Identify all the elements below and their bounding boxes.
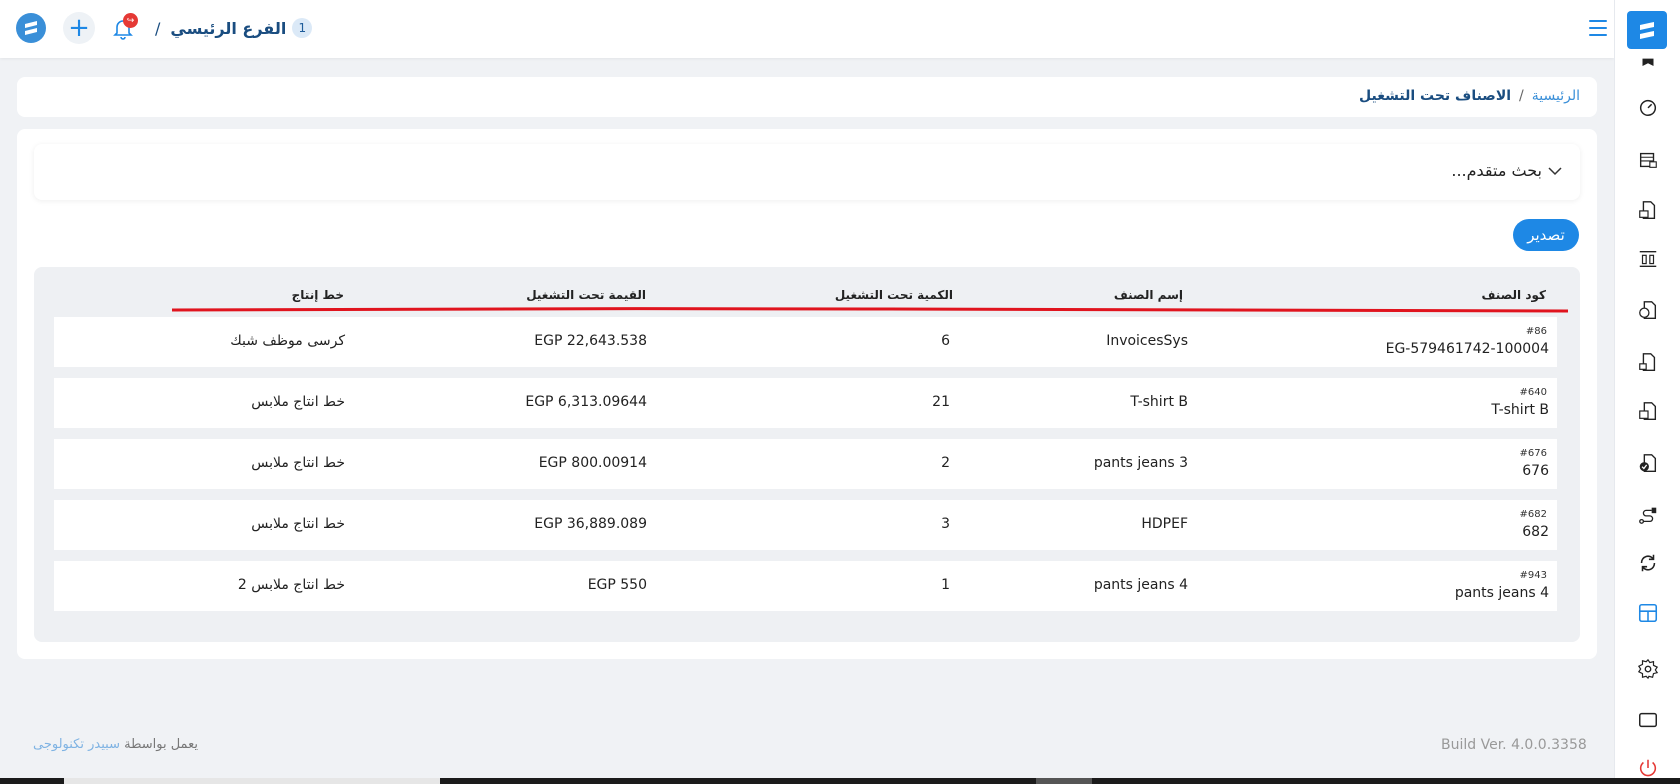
- item-qty: 21: [932, 394, 950, 410]
- sidebar-logo-icon[interactable]: [1627, 11, 1667, 49]
- columns-icon[interactable]: [1636, 247, 1660, 271]
- warehouse-icon[interactable]: [1636, 148, 1660, 172]
- item-production-line: خط انتاج ملابس: [251, 455, 345, 471]
- chevron-down-icon: [1548, 161, 1562, 180]
- item-name: HDPEF: [1141, 516, 1188, 532]
- app-logo-icon[interactable]: [16, 13, 46, 43]
- table-row[interactable]: #676 676 pants jeans 3 2 EGP 800.00914 خط انت…: [54, 439, 1557, 489]
- window-icon[interactable]: [1636, 708, 1660, 732]
- document-box-icon[interactable]: [1636, 399, 1660, 423]
- notification-badge: ↪: [123, 13, 138, 28]
- document-check-icon[interactable]: [1636, 451, 1660, 475]
- right-sidebar: [1614, 0, 1680, 778]
- main-card: بحث متقدم... تصدير كود الصنف إسم الصنف ا…: [17, 129, 1597, 659]
- table-row[interactable]: #943 pants jeans 4 pants jeans 4 1 EGP 550 خط…: [54, 561, 1557, 611]
- power-icon[interactable]: [1636, 756, 1660, 780]
- invoice-icon[interactable]: [1636, 198, 1660, 222]
- column-header-code[interactable]: كود الصنف: [1482, 288, 1546, 302]
- item-name: InvoicesSys: [1106, 333, 1188, 349]
- item-code: 682: [1522, 524, 1549, 540]
- advanced-search-label: بحث متقدم...: [1451, 161, 1542, 180]
- build-version: Build Ver. 4.0.0.3358: [1441, 737, 1587, 753]
- powered-by-label: يعمل بواسطة: [124, 737, 198, 752]
- column-header-name[interactable]: إسم الصنف: [1114, 288, 1183, 302]
- branch-number: 1: [292, 18, 313, 38]
- item-code: pants jeans 4: [1454, 585, 1549, 601]
- item-number: #676: [1519, 448, 1547, 459]
- item-number: #682: [1519, 509, 1547, 520]
- item-code: 676: [1522, 463, 1549, 479]
- powered-by: يعمل بواسطة سبيدر تكنولوجى: [33, 737, 198, 752]
- branch-separator: /: [155, 18, 161, 38]
- items-table: كود الصنف إسم الصنف الكمية تحت التشغيل ا…: [34, 267, 1580, 642]
- advanced-search-toggle[interactable]: بحث متقدم...: [34, 144, 1580, 200]
- item-value: EGP 800.00914: [538, 455, 647, 471]
- taskbar-strip: [0, 778, 1680, 784]
- table-row[interactable]: #682 682 HDPEF 3 EGP 36,889.089 خط انتاج ملاب…: [54, 500, 1557, 550]
- column-header-value[interactable]: القيمة تحت التشغيل: [526, 288, 646, 302]
- document-icon[interactable]: [1636, 350, 1660, 374]
- money-exchange-icon[interactable]: [1636, 298, 1660, 322]
- item-number: #86: [1525, 326, 1547, 337]
- item-value: EGP 36,889.089: [534, 516, 647, 532]
- bookmark-icon[interactable]: [1636, 54, 1660, 78]
- item-number: #943: [1519, 570, 1547, 581]
- annotation-underline: [172, 307, 1568, 313]
- item-qty: 1: [941, 577, 950, 593]
- item-production-line: كرسى موظف شبك: [230, 333, 345, 349]
- breadcrumb-home-link[interactable]: الرئيسية: [1532, 88, 1580, 104]
- refresh-icon[interactable]: [1636, 551, 1660, 575]
- route-icon[interactable]: [1636, 503, 1660, 527]
- item-number: #640: [1519, 387, 1547, 398]
- item-production-line: خط انتاج ملابس: [251, 394, 345, 410]
- item-value: EGP 6,313.09644: [525, 394, 647, 410]
- item-value: EGP 22,643.538: [534, 333, 647, 349]
- breadcrumb: الرئيسية / الاصناف تحت التشغيل: [1359, 88, 1580, 104]
- item-code: EG-579461742-100004: [1385, 341, 1549, 357]
- export-button[interactable]: تصدير: [1513, 219, 1579, 251]
- table-row[interactable]: #640 T-shirt B T-shirt B 21 EGP 6,313.09644 خ…: [54, 378, 1557, 428]
- menu-toggle-icon[interactable]: [1589, 20, 1607, 36]
- breadcrumb-separator: /: [1519, 88, 1524, 104]
- table-row[interactable]: #86 EG-579461742-100004 InvoicesSys 6 EGP 22…: [54, 317, 1557, 367]
- item-production-line: خط انتاج ملابس: [251, 516, 345, 532]
- layout-icon[interactable]: [1636, 601, 1660, 625]
- item-qty: 6: [941, 333, 950, 349]
- item-code: T-shirt B: [1491, 402, 1549, 418]
- speedometer-icon[interactable]: [1636, 95, 1660, 119]
- branch-name: الفرع الرئيسي: [170, 18, 287, 38]
- item-qty: 3: [941, 516, 950, 532]
- item-name: pants jeans 3: [1093, 455, 1188, 471]
- brand-link[interactable]: سبيدر تكنولوجى: [33, 737, 120, 752]
- item-name: pants jeans 4: [1093, 577, 1188, 593]
- item-value: EGP 550: [587, 577, 647, 593]
- column-header-qty[interactable]: الكمية تحت التشغيل: [835, 288, 953, 302]
- branch-selector[interactable]: 1 الفرع الرئيسي /: [155, 15, 313, 41]
- gear-icon[interactable]: [1636, 657, 1660, 681]
- page-title: الاصناف تحت التشغيل: [1359, 88, 1512, 104]
- add-button[interactable]: +: [63, 12, 95, 44]
- item-name: T-shirt B: [1130, 394, 1188, 410]
- item-production-line: خط انتاج ملابس 2: [237, 577, 345, 593]
- top-bar: + ↪ 1 الفرع الرئيسي /: [0, 0, 1614, 58]
- column-header-line[interactable]: خط إنتاج: [292, 288, 344, 302]
- breadcrumb-card: الرئيسية / الاصناف تحت التشغيل: [17, 77, 1597, 117]
- item-qty: 2: [941, 455, 950, 471]
